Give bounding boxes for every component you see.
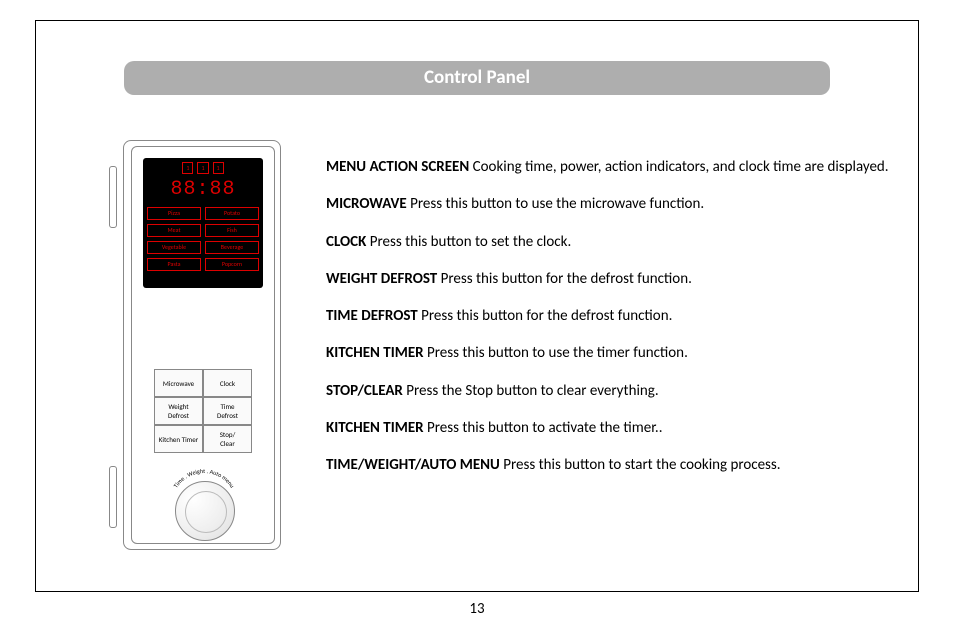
desc-stop-clear: STOP/CLEAR Press the Stop button to clea… (326, 381, 896, 401)
hinge-bottom (109, 466, 117, 528)
indicator: 1 (197, 162, 208, 174)
preset-beverage: Beverage (205, 241, 259, 254)
preset-meat: Meat (147, 224, 201, 237)
preset-fish: Fish (205, 224, 259, 237)
page-frame: Control Panel 1 1 1 88:88 Pizza Potato Me… (35, 20, 919, 592)
dial-knob (175, 481, 235, 541)
panel-inner-shell: 1 1 1 88:88 Pizza Potato Meat Fish Vegetab… (131, 146, 275, 544)
time-digits: 88:88 (147, 178, 259, 201)
stop-clear-button: Stop/Clear (203, 425, 252, 453)
section-title: Control Panel (124, 61, 830, 95)
clock-button: Clock (203, 369, 252, 397)
indicator: 1 (182, 162, 193, 174)
kitchen-timer-button: Kitchen Timer (154, 425, 203, 453)
desc-time-weight-auto: TIME/WEIGHT/AUTO MENU Press this button … (326, 455, 896, 475)
preset-vegetable: Vegetable (147, 241, 201, 254)
desc-weight-defrost: WEIGHT DEFROST Press this button for the… (326, 269, 896, 289)
desc-clock: CLOCK Press this button to set the clock… (326, 232, 896, 252)
menu-action-screen: 1 1 1 88:88 Pizza Potato Meat Fish Vegetab… (143, 158, 263, 288)
dial: Time . Weight . Auto menu (164, 465, 244, 545)
indicator: 1 (213, 162, 224, 174)
preset-pizza: Pizza (147, 207, 201, 220)
desc-microwave: MICROWAVE Press this button to use the m… (326, 194, 896, 214)
time-defrost-button: TimeDefrost (203, 397, 252, 425)
desc-kitchen-timer: KITCHEN TIMER Press this button to use t… (326, 343, 896, 363)
desc-kitchen-timer-2: KITCHEN TIMER Press this button to activ… (326, 418, 896, 438)
control-panel-illustration: 1 1 1 88:88 Pizza Potato Meat Fish Vegetab… (111, 136, 281, 556)
desc-time-defrost: TIME DEFROST Press this button for the d… (326, 306, 896, 326)
preset-potato: Potato (205, 207, 259, 220)
hinge-top (109, 166, 117, 228)
button-grid: Microwave Clock WeightDefrost TimeDefros… (154, 369, 252, 453)
page-number: 13 (0, 600, 954, 618)
preset-popcorn: Popcorn (205, 258, 259, 271)
description-list: MENU ACTION SCREEN Cooking time, power, … (326, 157, 896, 492)
weight-defrost-button: WeightDefrost (154, 397, 203, 425)
preset-pasta: Pasta (147, 258, 201, 271)
microwave-button: Microwave (154, 369, 203, 397)
desc-menu-action-screen: MENU ACTION SCREEN Cooking time, power, … (326, 157, 896, 177)
